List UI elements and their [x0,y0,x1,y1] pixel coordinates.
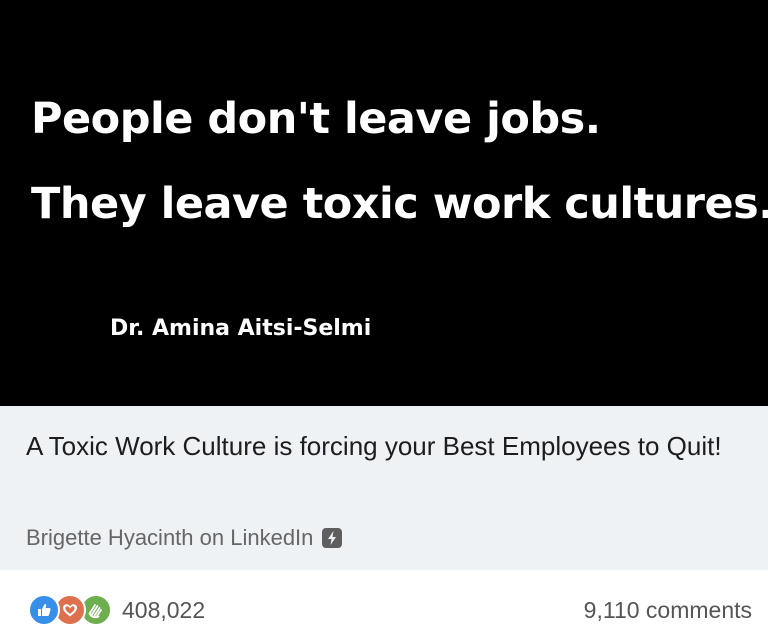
quote-author: Dr. Amina Aitsi-Selmi [110,316,372,341]
quote-line-1: People don't leave jobs. [31,94,601,144]
reaction-count: 408,022 [122,596,206,623]
amp-lightning-icon [322,528,343,548]
quote-image[interactable]: People don't leave jobs. They leave toxi… [0,0,768,406]
link-source-label: Brigette Hyacinth on LinkedIn [26,525,314,550]
link-title[interactable]: A Toxic Work Culture is forcing your Bes… [26,429,756,464]
comments-count-link[interactable]: 9,110 comments [584,597,752,624]
quote-line-2: They leave toxic work cultures. [31,179,768,229]
post-card: People don't leave jobs. They leave toxi… [0,0,768,635]
social-counts-bar: 408,022 9,110 comments [0,570,768,635]
reactions-summary[interactable]: 408,022 [28,594,205,626]
thumbs-up-icon [28,594,60,626]
link-preview[interactable]: A Toxic Work Culture is forcing your Bes… [0,406,768,570]
link-source: Brigette Hyacinth on LinkedIn [26,525,343,551]
